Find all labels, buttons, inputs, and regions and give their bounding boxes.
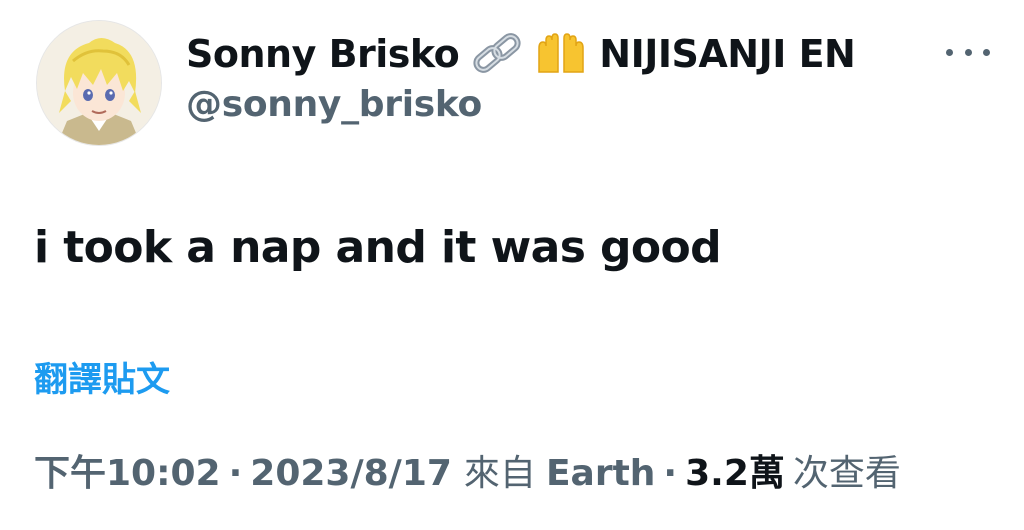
tweet-time[interactable]: 下午10:02 <box>34 444 221 496</box>
user-name-row: Sonny Brisko NIJISANJI EN <box>186 30 856 78</box>
avatar[interactable] <box>36 20 162 146</box>
tweet-date[interactable]: 2023/8/17 <box>250 453 452 494</box>
tweet-metadata: 下午10:02 · 2023/8/17 來自 Earth · 3.2萬 次查看 <box>34 444 901 496</box>
views-count: 3.2萬 <box>685 453 785 494</box>
display-name[interactable]: Sonny Brisko <box>186 32 460 76</box>
tweet-card: Sonny Brisko NIJISANJI EN @sonny_brisko … <box>0 0 1024 530</box>
more-dot-icon <box>983 48 990 56</box>
more-options-button[interactable] <box>946 38 990 66</box>
affiliation: NIJISANJI EN <box>599 32 856 76</box>
avatar-image <box>37 21 161 145</box>
more-dot-icon <box>964 48 972 56</box>
separator: · <box>663 453 678 494</box>
translate-post-link[interactable]: 翻譯貼文 <box>34 352 170 401</box>
separator: · <box>228 453 243 494</box>
link-icon <box>471 32 523 76</box>
views-label: 次查看 <box>792 453 901 494</box>
raised-hands-icon <box>535 32 587 76</box>
source-prefix: 來自 <box>463 453 536 494</box>
source-name[interactable]: Earth <box>546 453 655 494</box>
more-dot-icon <box>946 48 953 56</box>
user-handle[interactable]: @sonny_brisko <box>186 84 482 125</box>
tweet-text: i took a nap and it was good <box>34 222 722 273</box>
